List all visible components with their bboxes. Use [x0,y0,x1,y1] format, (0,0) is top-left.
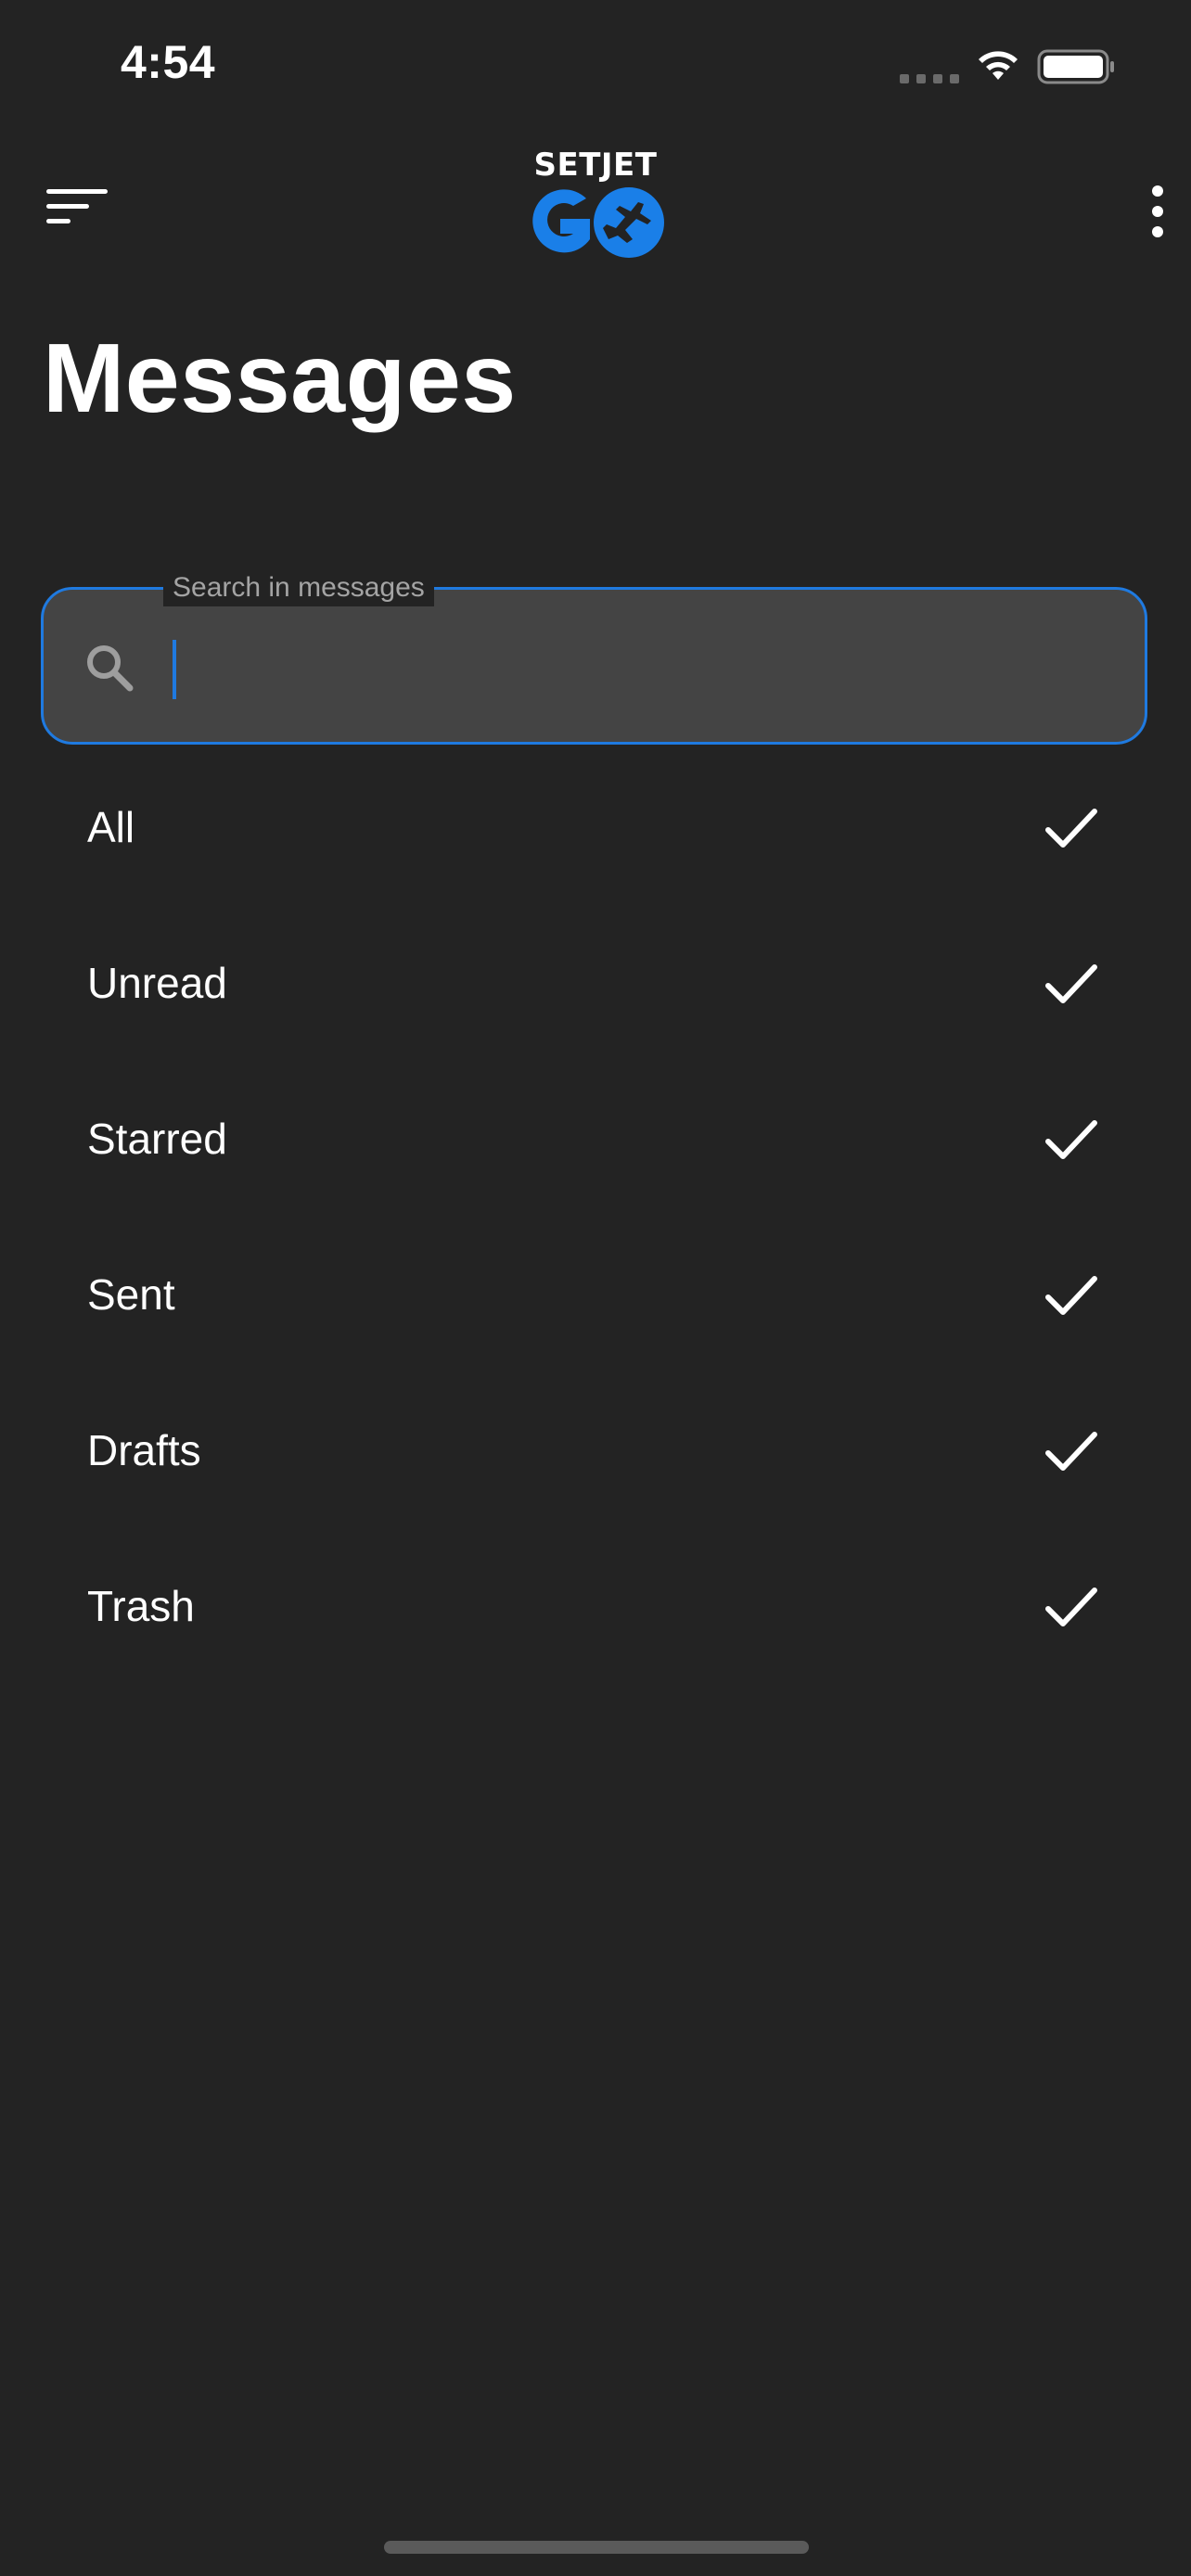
filter-label: Starred [87,1115,227,1163]
filter-item-all[interactable]: All [0,745,1191,900]
logo-setjet-text: SETJET [533,147,658,184]
check-icon [1045,1588,1097,1626]
filter-label: Trash [87,1582,195,1630]
app-logo[interactable]: SETJET [519,147,672,265]
message-filter-list: All Unread Starred Sent Drafts Trash [0,745,1191,1679]
filter-label: All [87,803,135,851]
home-indicator[interactable] [384,2541,809,2554]
filter-item-starred[interactable]: Starred [0,1056,1191,1212]
check-icon [1045,1120,1097,1159]
more-vertical-icon[interactable] [1141,184,1174,239]
filter-item-sent[interactable]: Sent [0,1212,1191,1368]
text-cursor [173,640,176,699]
check-icon [1045,809,1097,848]
search-label: Search in messages [163,569,434,606]
menu-icon[interactable] [45,185,109,232]
filter-label: Sent [87,1270,175,1319]
filter-item-drafts[interactable]: Drafts [0,1368,1191,1524]
filter-item-unread[interactable]: Unread [0,900,1191,1056]
filter-item-trash[interactable]: Trash [0,1524,1191,1679]
search-icon [87,645,134,692]
check-icon [1045,964,1097,1003]
battery-icon [1037,49,1114,84]
search-input[interactable] [167,640,1095,699]
page-title: Messages [43,324,517,433]
filter-label: Drafts [87,1426,201,1474]
status-time: 4:54 [121,36,216,88]
check-icon [1045,1432,1097,1471]
logo-go-mark [532,187,664,258]
cellular-signal-icon [900,74,959,83]
check-icon [1045,1276,1097,1315]
wifi-icon [979,51,1018,80]
filter-label: Unread [87,959,227,1007]
